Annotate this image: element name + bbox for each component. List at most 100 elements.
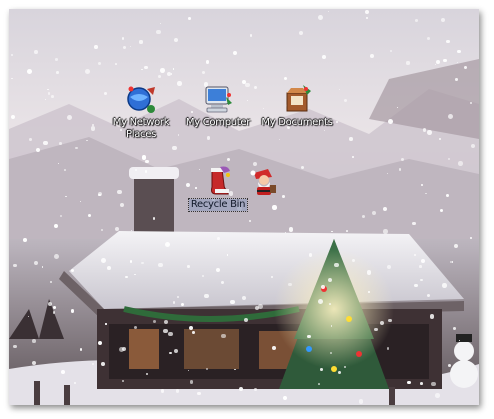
snowflake: [105, 323, 107, 325]
snowflake: [92, 124, 94, 126]
snowflake: [141, 261, 144, 264]
snowflake: [43, 141, 48, 146]
snowflake: [226, 254, 229, 256]
snowflake: [143, 65, 148, 70]
snowflake: [166, 71, 171, 76]
desktop-icon-my-network-places[interactable]: My Network Places: [100, 83, 182, 141]
snowflake: [318, 14, 323, 20]
snowflake: [201, 70, 206, 74]
snowflake: [442, 283, 447, 288]
snowflake: [187, 265, 190, 268]
snowflake: [204, 293, 209, 299]
snowflake: [400, 157, 405, 161]
snowflake: [197, 391, 201, 396]
snowflake: [75, 146, 78, 150]
snowflake: [125, 275, 128, 278]
snowflake: [27, 68, 32, 74]
snowflake: [139, 40, 143, 44]
snowflake: [53, 223, 58, 228]
snowflake: [406, 61, 410, 65]
snowflake: [456, 49, 461, 54]
snowflake: [221, 333, 226, 339]
snowflake: [226, 157, 230, 161]
snowflake: [429, 314, 435, 319]
snowflake: [288, 282, 292, 286]
snowflake: [188, 326, 193, 331]
snowflake: [156, 29, 161, 34]
snowflake: [446, 39, 450, 44]
snowflake: [406, 380, 411, 385]
desktop-icon-my-computer[interactable]: My Computer: [177, 83, 259, 129]
snowflake: [329, 303, 331, 306]
snowflake: [98, 193, 101, 197]
desktop-icon-santa[interactable]: [223, 165, 305, 199]
snowflake: [174, 37, 179, 42]
snowflake: [370, 53, 375, 58]
santa-icon: [250, 169, 276, 195]
snowflake: [254, 305, 259, 310]
snowflake: [419, 265, 422, 268]
snowflake: [12, 263, 17, 268]
snowflake: [122, 45, 126, 49]
snowflake: [358, 398, 364, 404]
snowflake: [31, 339, 36, 343]
snowflake: [420, 258, 426, 263]
snowflake: [205, 60, 210, 64]
snowflake: [159, 22, 162, 25]
snowflake: [371, 211, 376, 215]
snowflake: [129, 45, 132, 47]
desktop-icon-label: My Network Places: [112, 117, 170, 140]
snowflake: [11, 77, 13, 79]
snowflake: [365, 16, 368, 19]
snowflake: [427, 129, 432, 135]
snowflake: [414, 18, 418, 22]
snowflake: [55, 57, 59, 61]
snowflake: [412, 221, 416, 225]
snowflake: [118, 346, 124, 352]
snowflake: [469, 236, 472, 239]
snowflake: [97, 340, 103, 345]
desktop-icon-label: My Documents: [261, 117, 333, 128]
snowflake: [435, 393, 440, 398]
snowflake: [447, 158, 450, 161]
snowflake: [201, 275, 204, 277]
snowflake: [34, 50, 38, 54]
desktop-window: My Network Places My Computer My Documen…: [9, 9, 479, 405]
snowflake: [288, 226, 294, 232]
snowflake: [230, 299, 235, 304]
snowflake: [351, 258, 355, 262]
snowflake: [159, 68, 165, 74]
snowflake: [440, 209, 444, 212]
snowflake: [66, 115, 72, 120]
snowflake: [70, 268, 74, 273]
snowflake: [206, 136, 211, 140]
snowflake: [94, 45, 98, 49]
snowflake: [422, 128, 427, 132]
snowflake: [52, 311, 56, 314]
snowflake: [180, 302, 184, 306]
snowflake: [389, 49, 392, 52]
snowflake: [85, 68, 90, 74]
snowflake: [31, 361, 36, 366]
snowflake: [249, 219, 252, 222]
computer-icon: [205, 86, 232, 113]
snowflake: [192, 331, 195, 334]
snowflake: [272, 205, 277, 210]
snowflake: [451, 261, 454, 263]
snowflake: [249, 33, 253, 37]
snowflake: [60, 370, 65, 375]
snowflake: [115, 62, 117, 65]
network-places-icon: [127, 86, 155, 113]
snowflake: [452, 326, 456, 330]
snowflake: [152, 217, 156, 220]
documents-icon: [286, 85, 311, 112]
snowflake: [63, 169, 66, 171]
snowflake: [318, 298, 323, 304]
snowflake: [320, 367, 324, 371]
snowflake: [271, 276, 273, 278]
snowflake: [100, 257, 106, 263]
snowflake: [470, 101, 473, 104]
snowflake: [70, 309, 75, 313]
desktop-icon-my-documents[interactable]: My Documents: [256, 83, 338, 129]
snowflake: [144, 170, 148, 173]
